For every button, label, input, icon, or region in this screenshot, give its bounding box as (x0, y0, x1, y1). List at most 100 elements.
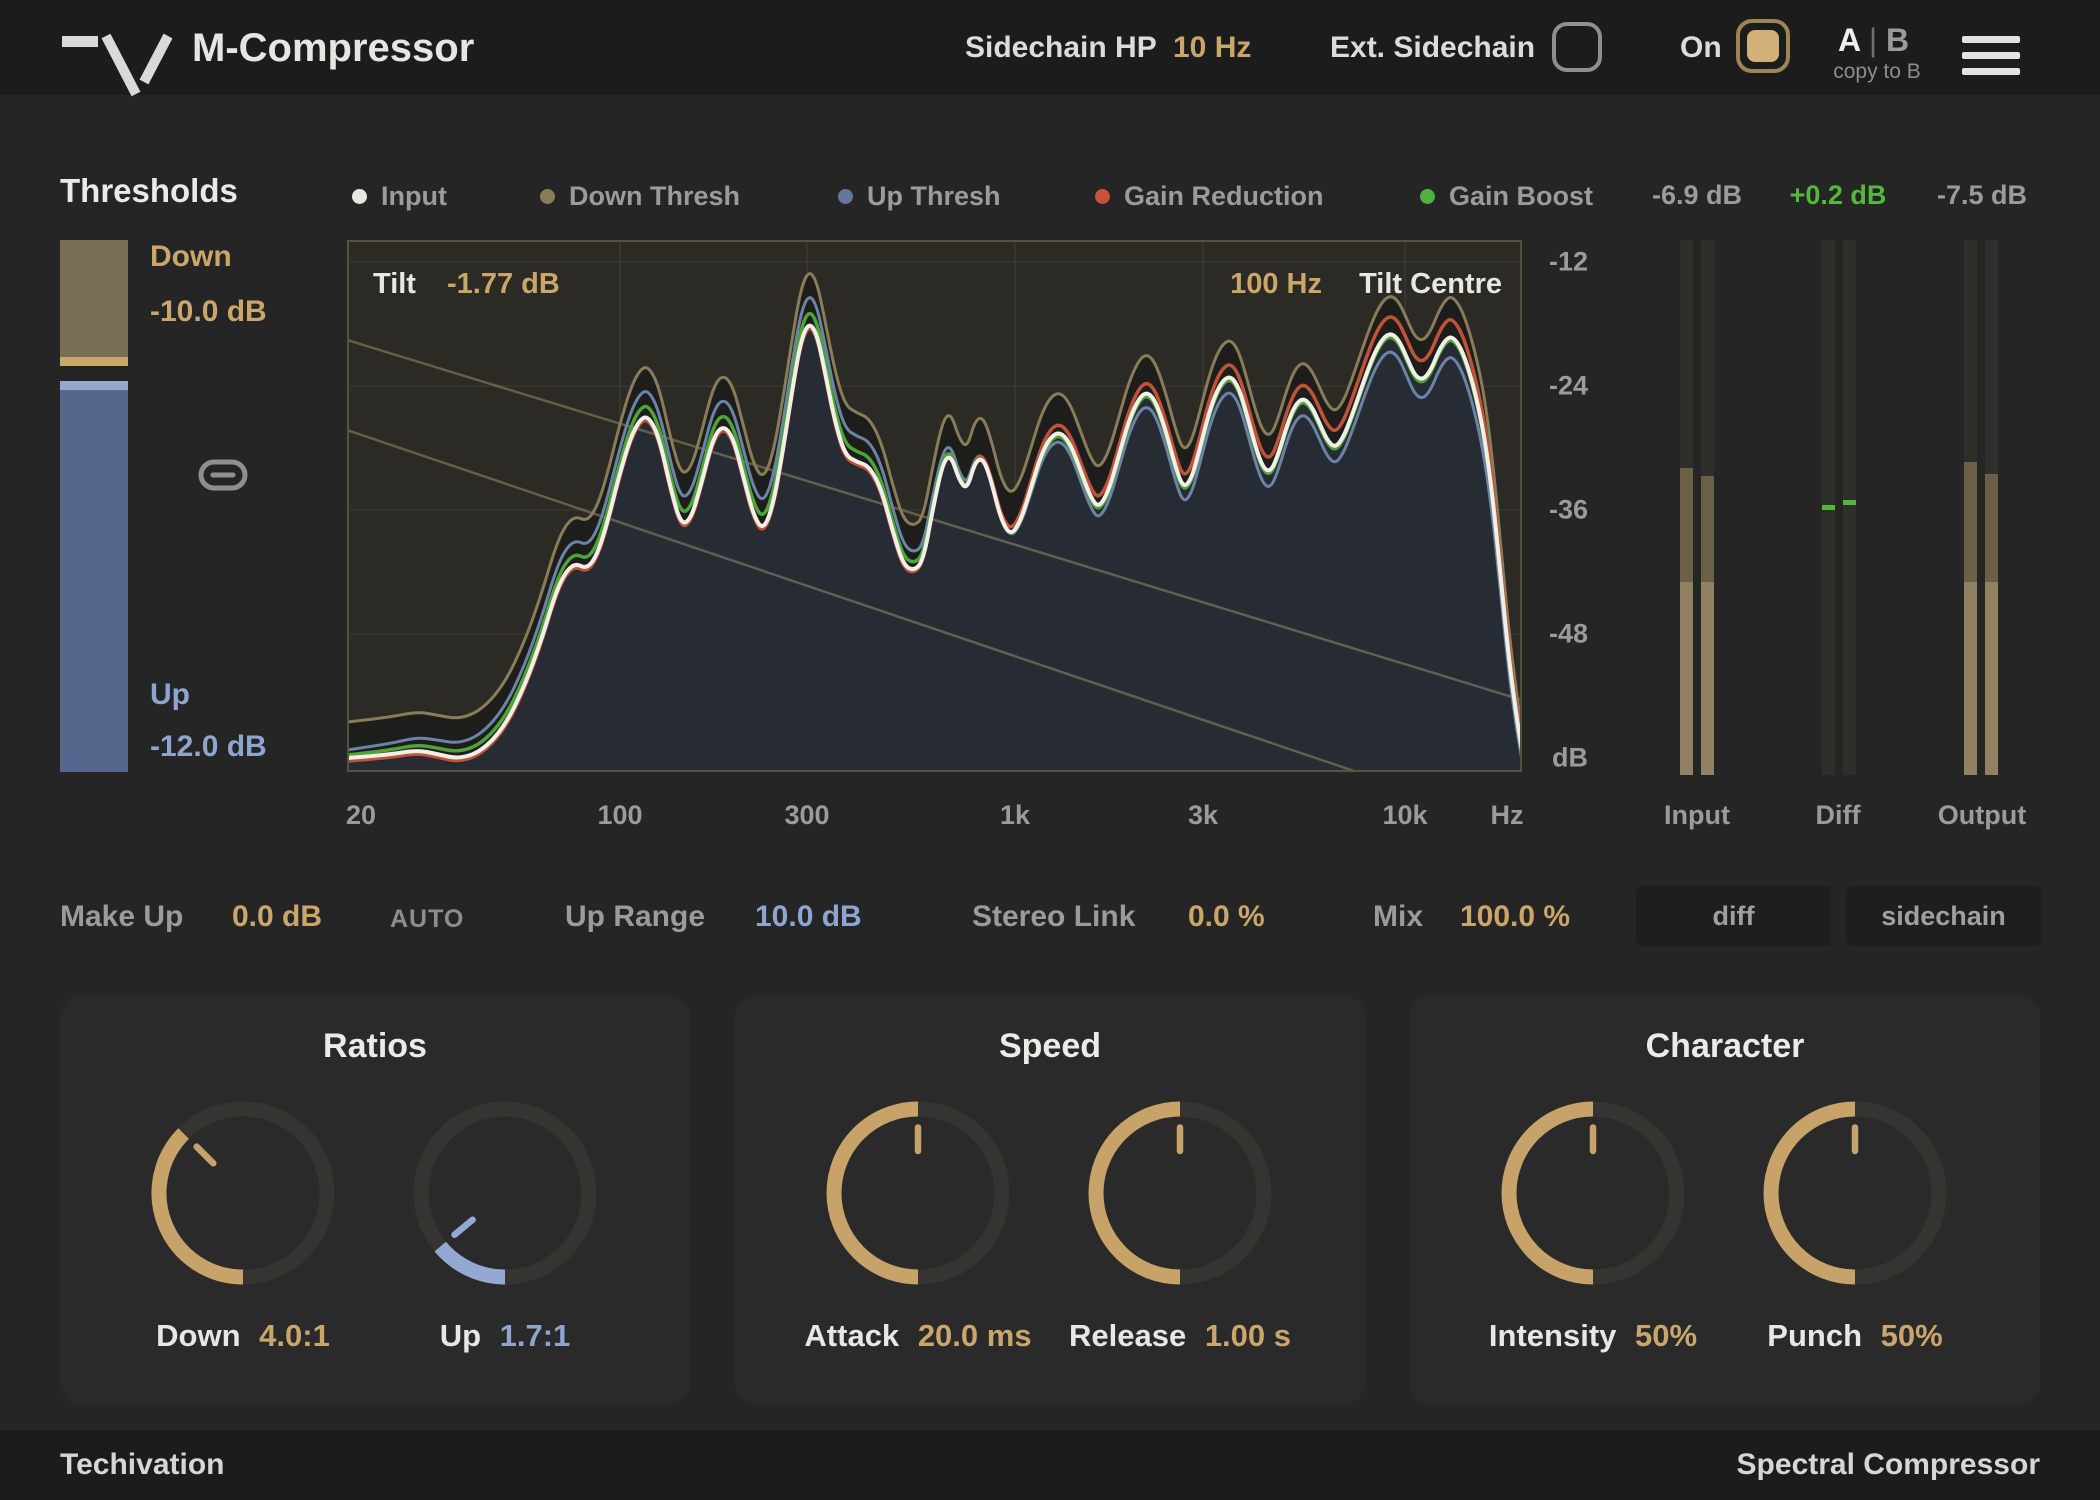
spectrum-graph[interactable]: Tilt -1.77 dB 100 Hz Tilt Centre (346, 240, 1524, 774)
stereo-link-value[interactable]: 0.0 % (1188, 900, 1265, 934)
down-knob[interactable] (144, 1094, 342, 1292)
attack-caption: Attack 20.0 ms (804, 1318, 1031, 1354)
meter-scale-label: -12 (1548, 246, 1588, 277)
menu-icon (1962, 68, 2020, 75)
make-up-value[interactable]: 0.0 dB (232, 900, 322, 934)
menu-icon (1962, 36, 2020, 43)
ab-a[interactable]: A (1838, 22, 1860, 58)
legend-item-input[interactable]: Input (352, 181, 447, 212)
diff-meter-bar (1843, 240, 1856, 775)
tilt-centre-value[interactable]: 100 Hz (1230, 268, 1322, 301)
up-threshold-slider-fill[interactable] (60, 390, 128, 772)
knob-arc (826, 1101, 919, 1285)
up-range-value[interactable]: 10.0 dB (755, 900, 862, 934)
auto-makeup-button[interactable]: AUTO (390, 905, 464, 934)
punch-value[interactable]: 50% (1881, 1318, 1943, 1353)
meter-fill-lower (1680, 582, 1693, 775)
link-channels-icon[interactable] (198, 458, 248, 492)
meter-fill-upper (1985, 474, 1998, 582)
gain-boost-dot-icon (1420, 189, 1435, 204)
thresholds-title: Thresholds (60, 172, 238, 209)
brand-name: Techivation (60, 1448, 225, 1481)
legend-item-gain-reduction[interactable]: Gain Reduction (1095, 181, 1324, 212)
release-knob[interactable] (1081, 1094, 1279, 1292)
freq-tick-label: Hz (1490, 800, 1524, 830)
legend-item-down-thresh[interactable]: Down Thresh (540, 181, 740, 212)
on-toggle[interactable] (1736, 19, 1790, 73)
down-ratio-label: Down (156, 1318, 241, 1353)
character-title: Character (1645, 1027, 1805, 1065)
knob-pointer (451, 1216, 476, 1239)
down-threshold-slider-handle[interactable] (60, 357, 128, 366)
meter-fill-upper (1964, 462, 1977, 582)
menu-icon (1962, 52, 2020, 59)
sidechain-monitor-button[interactable]: sidechain (1846, 886, 2041, 946)
freq-tick-label: 1k (999, 800, 1031, 830)
intensity-label: Intensity (1488, 1318, 1617, 1353)
release-value[interactable]: 1.00 s (1205, 1318, 1291, 1353)
down-ratio-value[interactable]: 4.0:1 (259, 1318, 330, 1353)
up-ratio-label: Up (439, 1318, 482, 1353)
on-label: On (1680, 31, 1722, 64)
down-threshold-slider-fill[interactable] (60, 240, 128, 357)
diff-meter-tick (1822, 505, 1835, 510)
intensity-knob[interactable] (1494, 1094, 1692, 1292)
meter-scale-label: -48 (1548, 618, 1588, 649)
legend-label: Gain Boost (1449, 181, 1594, 211)
output-meter-bar (1964, 240, 1977, 775)
ab-b[interactable]: B (1886, 22, 1909, 58)
down-ratio-caption: Down 4.0:1 (156, 1318, 330, 1354)
up-threshold-label: Up (150, 678, 190, 711)
intensity-caption: Intensity 50% (1489, 1318, 1697, 1354)
plugin-title: M-Compressor (192, 26, 475, 70)
meter-scale-label: -24 (1548, 370, 1588, 401)
freq-tick-label: 20 (345, 800, 377, 830)
attack-value[interactable]: 20.0 ms (918, 1318, 1032, 1353)
make-up-label: Make Up (60, 900, 184, 933)
product-type: Spectral Compressor (1736, 1448, 2040, 1481)
menu-button[interactable] (1962, 36, 2020, 75)
up-thresh-dot-icon (838, 189, 853, 204)
meter-fill-lower (1985, 582, 1998, 775)
mix-value[interactable]: 100.0 % (1460, 900, 1570, 934)
copy-to-b-button[interactable]: copy to B (1833, 60, 1921, 84)
tilt-centre-label: Tilt Centre (1359, 268, 1502, 300)
attack-label: Attack (804, 1318, 900, 1353)
up-knob[interactable] (406, 1094, 604, 1292)
threshold-slider[interactable] (60, 240, 128, 772)
legend-label: Gain Reduction (1124, 181, 1324, 211)
ab-selector[interactable]: A | B (1838, 22, 1909, 59)
punch-knob[interactable] (1756, 1094, 1954, 1292)
up-ratio-value[interactable]: 1.7:1 (500, 1318, 571, 1353)
spectrum-canvas[interactable] (346, 240, 1524, 774)
footer-bar: Techivation Spectral Compressor (0, 1430, 2100, 1500)
down-threshold-value[interactable]: -10.0 dB (150, 295, 267, 329)
ab-separator: | (1868, 22, 1878, 58)
mix-label: Mix (1373, 900, 1424, 933)
intensity-value[interactable]: 50% (1635, 1318, 1697, 1353)
diff-meter-bar (1822, 240, 1835, 775)
meter-scale-label: dB (1552, 742, 1588, 773)
stereo-link-label: Stereo Link (972, 900, 1136, 933)
output-level-readout: -7.5 dB (1936, 180, 2028, 210)
meter-fill-upper (1701, 476, 1714, 582)
knob-arc (1763, 1101, 1856, 1285)
ext-sidechain-toggle[interactable] (1552, 22, 1602, 72)
on-toggle-fill (1747, 30, 1779, 62)
legend-label: Down Thresh (569, 181, 741, 211)
up-threshold-value[interactable]: -12.0 dB (150, 730, 267, 764)
attack-knob[interactable] (819, 1094, 1017, 1292)
legend-item-up-thresh[interactable]: Up Thresh (838, 181, 1001, 212)
ratios-title: Ratios (323, 1027, 427, 1065)
legend-item-gain-boost[interactable]: Gain Boost (1420, 181, 1593, 212)
punch-label: Punch (1767, 1318, 1863, 1353)
up-threshold-slider-handle[interactable] (60, 381, 128, 390)
diff-meter-tick (1843, 500, 1856, 505)
meter-scale-label: -36 (1548, 494, 1588, 525)
release-label: Release (1068, 1318, 1187, 1353)
diff-level-readout: +0.2 dB (1789, 180, 1887, 210)
sidechain-hp-value[interactable]: 10 Hz (1173, 31, 1251, 65)
diff-monitor-button[interactable]: diff (1636, 886, 1831, 946)
top-bar: M-Compressor Sidechain HP 10 Hz Ext. Sid… (0, 0, 2100, 97)
tilt-value[interactable]: -1.77 dB (447, 268, 560, 301)
